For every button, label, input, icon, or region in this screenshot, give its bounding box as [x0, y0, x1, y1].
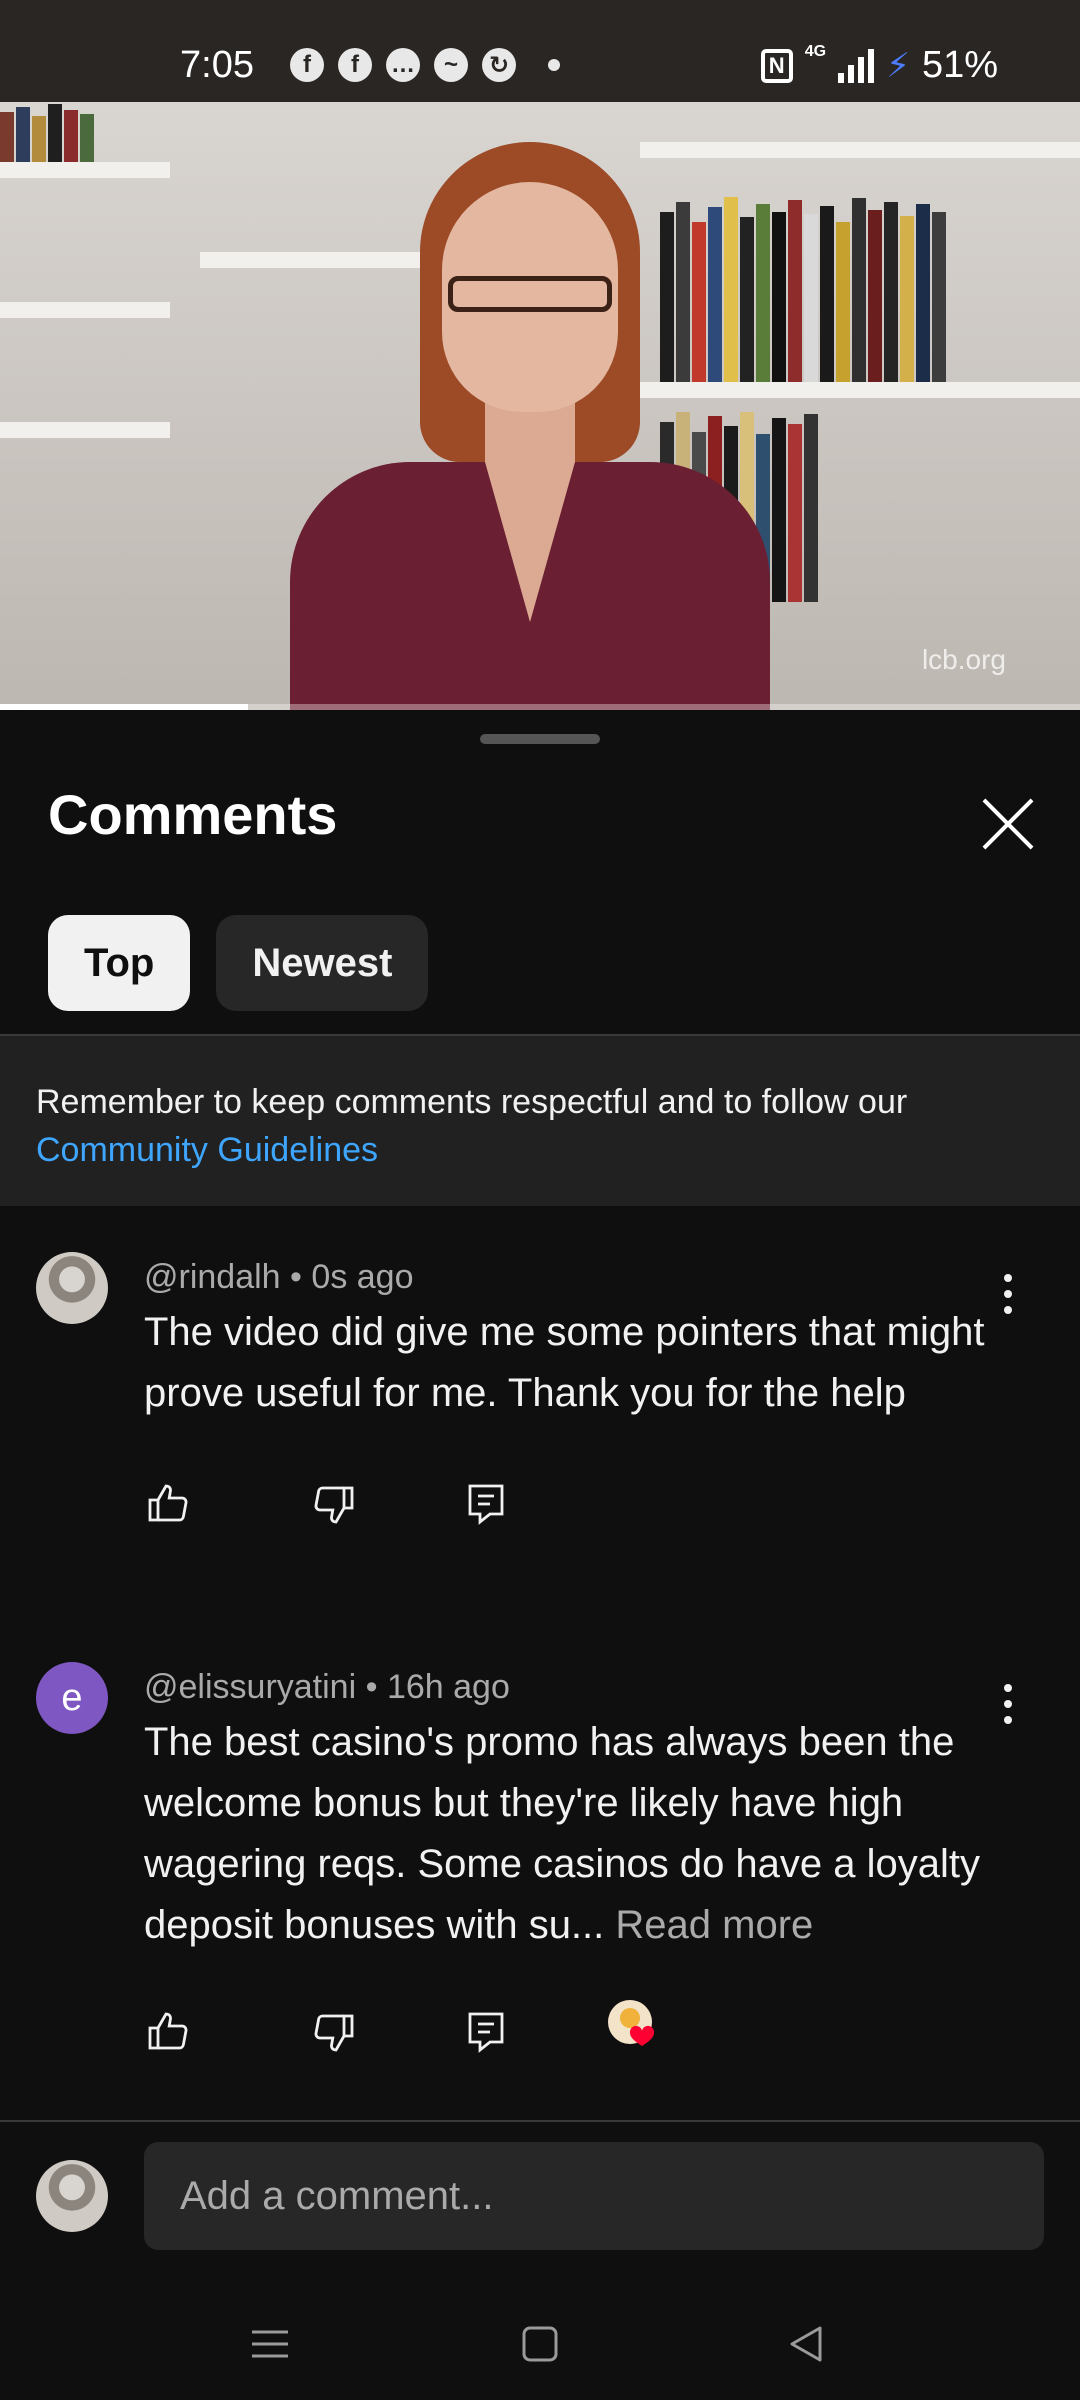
comments-sheet: Comments Top Newest Remember to keep com…: [0, 710, 1080, 2400]
shelf: [0, 422, 170, 438]
meta-separator: •: [365, 1668, 387, 1706]
charging-icon: ⚡: [886, 46, 910, 85]
video-watermark: lcb.org: [921, 644, 1006, 675]
more-notifications-dot-icon: [548, 59, 560, 71]
close-icon[interactable]: [978, 794, 1038, 854]
comment-author[interactable]: @elissuryatini: [144, 1668, 356, 1706]
creator-heart-icon: [606, 1998, 662, 2054]
divider: [0, 2120, 1080, 2122]
avatar[interactable]: e: [36, 1662, 108, 1734]
chip-newest[interactable]: Newest: [216, 915, 429, 1011]
messenger-icon: ~: [434, 48, 468, 82]
add-comment-input[interactable]: Add a comment...: [144, 2142, 1044, 2250]
like-icon[interactable]: [144, 1480, 192, 1528]
dislike-icon[interactable]: [310, 2008, 358, 2056]
notification-icons: f f … ~ ↻: [290, 48, 560, 82]
comment-text-block: The best casino's promo has always been …: [144, 1712, 1004, 1956]
status-bar: 7:05 f f … ~ ↻ N 4G ⚡ 51%: [0, 0, 1080, 102]
notice-text: Remember to keep comments respectful and…: [36, 1083, 908, 1121]
status-time: 7:05: [180, 44, 254, 86]
comment-time: 16h ago: [386, 1668, 510, 1706]
like-icon[interactable]: [144, 2008, 192, 2056]
sheet-title: Comments: [48, 783, 338, 846]
back-icon[interactable]: [784, 2324, 828, 2364]
reply-icon[interactable]: [462, 1480, 510, 1528]
more-options-icon[interactable]: [1003, 1684, 1013, 1724]
comment-actions: [144, 2000, 744, 2064]
read-more-link[interactable]: Read more: [615, 1903, 813, 1947]
video-player[interactable]: lcb.org: [0, 102, 1080, 710]
facebook-icon: f: [338, 48, 372, 82]
shelf: [0, 162, 170, 178]
system-nav-bar: [0, 2280, 1080, 2400]
status-right: N 4G ⚡ 51%: [760, 42, 998, 87]
recents-icon[interactable]: [248, 2324, 292, 2364]
signal-icon: [838, 48, 875, 83]
comment-author[interactable]: @rindalh: [144, 1258, 281, 1296]
sort-chips: Top Newest: [48, 915, 429, 1011]
facebook-icon: f: [290, 48, 324, 82]
dislike-icon[interactable]: [310, 1480, 358, 1528]
battery-percent: 51%: [921, 44, 998, 86]
nfc-icon: N: [760, 48, 793, 83]
chat-icon: …: [386, 48, 420, 82]
comment-time: 0s ago: [311, 1258, 414, 1296]
current-user-avatar: [36, 2160, 108, 2232]
comment-meta: @elissuryatini • 16h ago: [144, 1668, 510, 1707]
shelf: [0, 302, 170, 318]
comment-meta: @rindalh • 0s ago: [144, 1258, 414, 1297]
comment-text: The best casino's promo has always been …: [144, 1720, 981, 1947]
comment-actions: [144, 1480, 744, 1536]
sync-app-icon: ↻: [482, 48, 516, 82]
drag-handle[interactable]: [480, 734, 600, 744]
guidelines-notice: Remember to keep comments respectful and…: [0, 1036, 1080, 1206]
chip-top[interactable]: Top: [48, 915, 191, 1011]
more-options-icon[interactable]: [1003, 1274, 1013, 1314]
books: [0, 102, 96, 162]
comment-text: The video did give me some pointers that…: [144, 1310, 985, 1415]
avatar[interactable]: [36, 1252, 108, 1324]
meta-separator: •: [290, 1258, 312, 1296]
community-guidelines-link[interactable]: Community Guidelines: [36, 1126, 1044, 1174]
home-icon[interactable]: [518, 2324, 562, 2364]
reply-icon[interactable]: [462, 2008, 510, 2056]
network-type: 4G: [804, 42, 827, 60]
presenter: [280, 142, 780, 710]
